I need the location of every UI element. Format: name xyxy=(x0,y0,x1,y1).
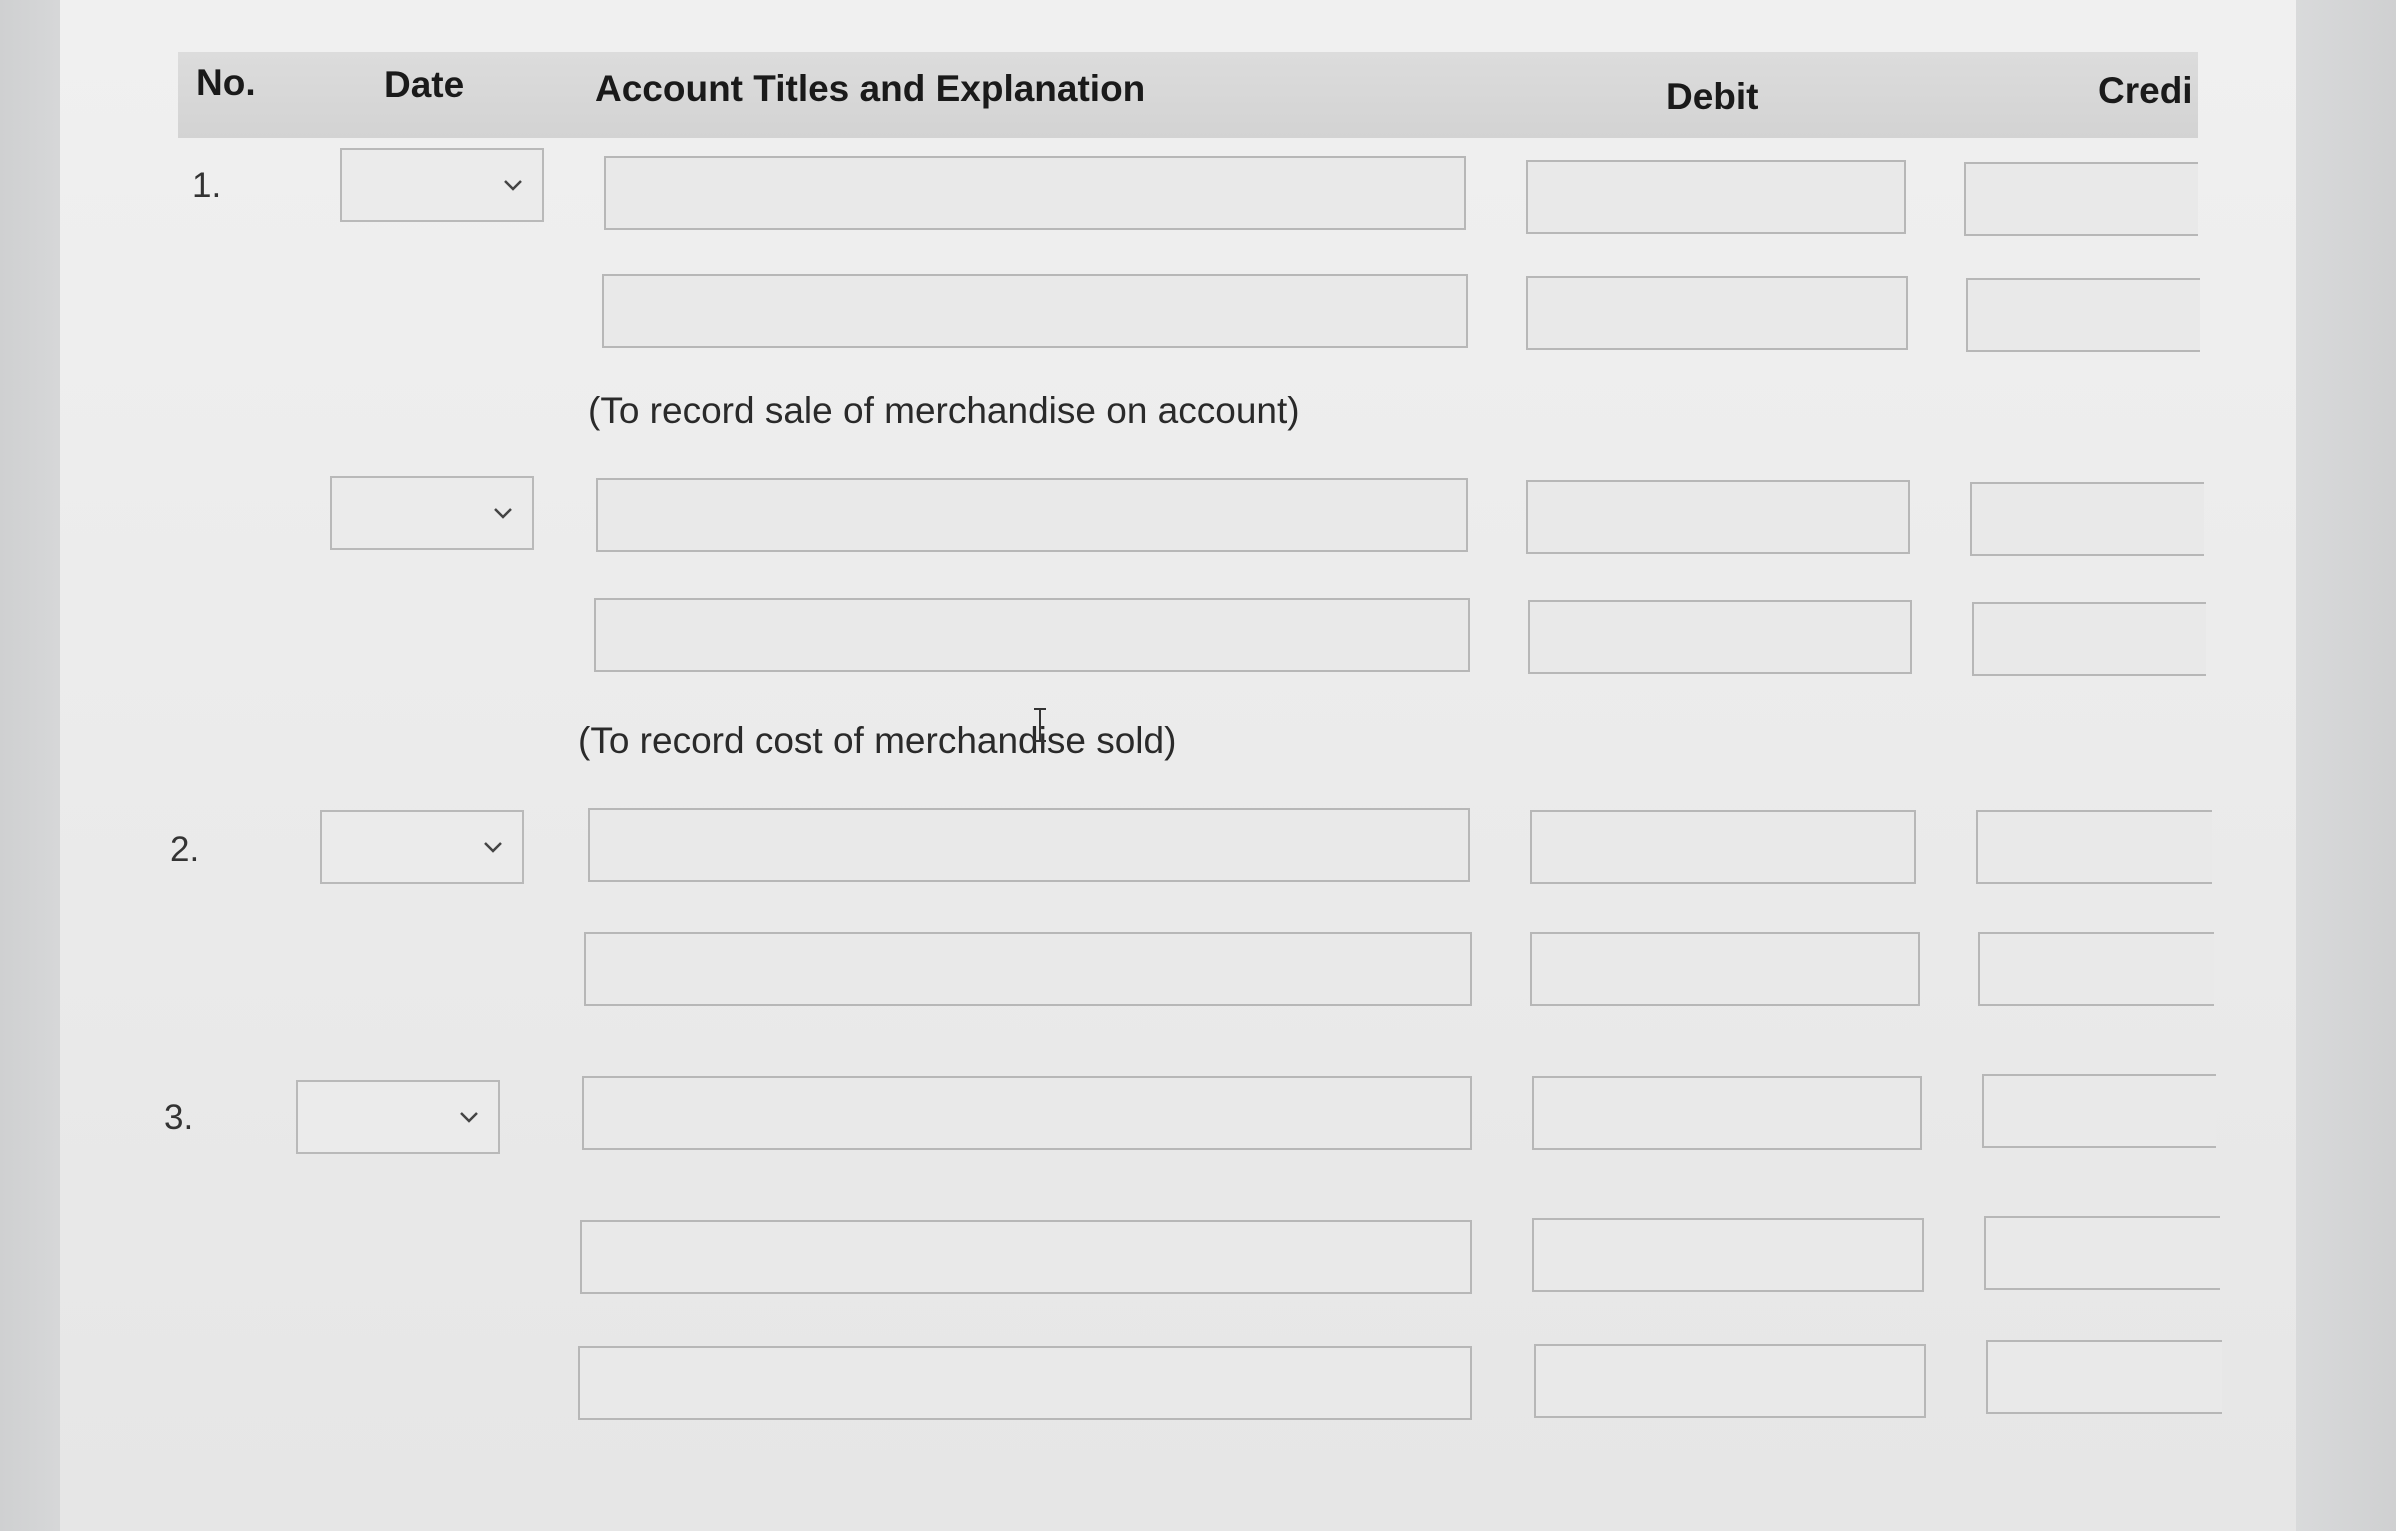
credit-input-1a-1[interactable] xyxy=(1964,162,2198,236)
explanation-sale-on-account: (To record sale of merchandise on accoun… xyxy=(588,390,1300,431)
header-credit-clip: Credi xyxy=(2098,70,2198,130)
entry-number-2: 2. xyxy=(170,830,200,869)
account-title-input-3-1[interactable] xyxy=(582,1076,1472,1150)
background-right xyxy=(2296,0,2396,1531)
debit-input-1a-2[interactable] xyxy=(1526,276,1908,350)
account-title-input-3-3[interactable] xyxy=(578,1346,1472,1420)
date-select-3[interactable] xyxy=(296,1080,500,1154)
debit-input-1b-1[interactable] xyxy=(1526,480,1910,554)
debit-input-1b-2[interactable] xyxy=(1528,600,1912,674)
account-title-input-1b-2[interactable] xyxy=(594,598,1470,672)
debit-input-1a-1[interactable] xyxy=(1526,160,1906,234)
chevron-down-icon xyxy=(504,180,522,191)
account-title-input-1a-2[interactable] xyxy=(602,274,1468,348)
debit-input-2-2[interactable] xyxy=(1530,932,1920,1006)
credit-input-3-2[interactable] xyxy=(1984,1216,2220,1290)
credit-input-1a-2[interactable] xyxy=(1966,278,2200,352)
credit-input-3-3[interactable] xyxy=(1986,1340,2222,1414)
account-title-input-3-2[interactable] xyxy=(580,1220,1472,1294)
account-title-input-1b-1[interactable] xyxy=(596,478,1468,552)
header-credit: Credi xyxy=(2098,70,2193,111)
date-select-1a[interactable] xyxy=(340,148,544,222)
table-header xyxy=(178,52,2198,138)
account-title-input-2-1[interactable] xyxy=(588,808,1470,882)
header-date: Date xyxy=(384,64,465,105)
header-no: No. xyxy=(196,62,256,103)
account-title-input-1a-1[interactable] xyxy=(604,156,1466,230)
chevron-down-icon xyxy=(460,1112,478,1123)
debit-input-2-1[interactable] xyxy=(1530,810,1916,884)
debit-input-3-2[interactable] xyxy=(1532,1218,1924,1292)
chevron-down-icon xyxy=(494,508,512,519)
debit-input-3-3[interactable] xyxy=(1534,1344,1926,1418)
debit-input-3-1[interactable] xyxy=(1532,1076,1922,1150)
credit-input-1b-2[interactable] xyxy=(1972,602,2206,676)
credit-input-2-2[interactable] xyxy=(1978,932,2214,1006)
date-select-2[interactable] xyxy=(320,810,524,884)
credit-input-2-1[interactable] xyxy=(1976,810,2212,884)
text-cursor-icon xyxy=(1034,708,1046,742)
credit-input-1b-1[interactable] xyxy=(1970,482,2204,556)
explanation-cost-of-merchandise: (To record cost of merchandise sold) xyxy=(578,720,1177,761)
entry-number-1: 1. xyxy=(192,166,222,205)
chevron-down-icon xyxy=(484,842,502,853)
account-title-input-2-2[interactable] xyxy=(584,932,1472,1006)
entry-number-3: 3. xyxy=(164,1098,194,1137)
date-select-1b[interactable] xyxy=(330,476,534,550)
header-debit: Debit xyxy=(1666,76,1759,117)
header-account-titles: Account Titles and Explanation xyxy=(595,68,1146,109)
credit-input-3-1[interactable] xyxy=(1982,1074,2216,1148)
